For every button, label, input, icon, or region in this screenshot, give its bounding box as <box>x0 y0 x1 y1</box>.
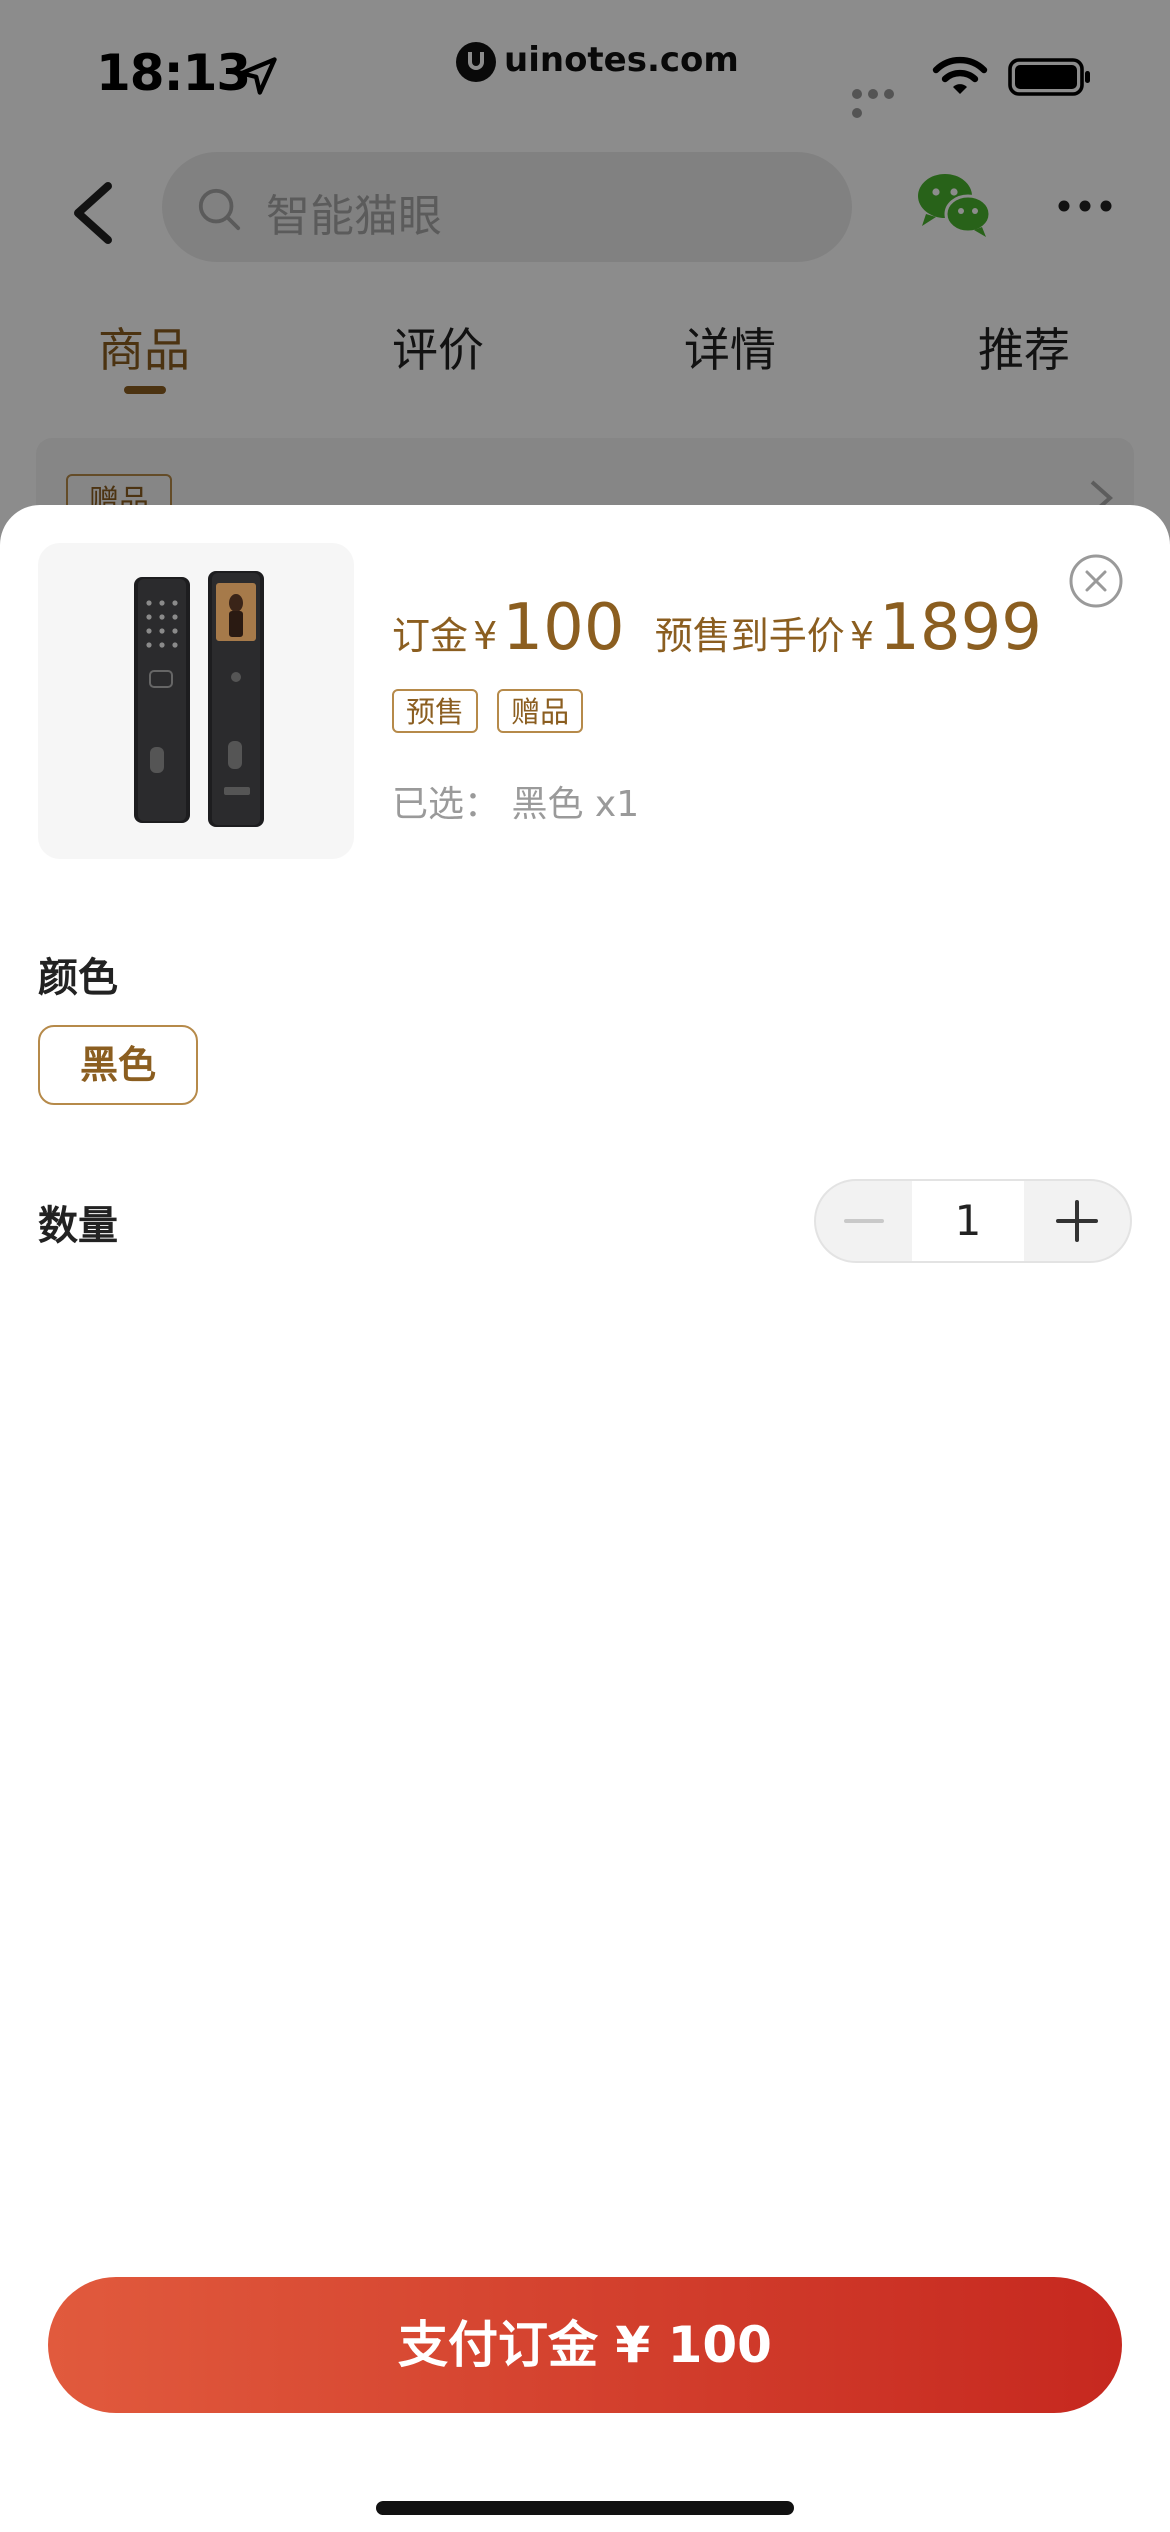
sku-bottom-sheet: 订金 ¥ 100 预售到手价 ¥ 1899 预售 赠品 已选： 黑色 x1 颜色… <box>0 505 1170 2532</box>
quantity-value[interactable]: 1 <box>912 1181 1024 1261</box>
presale-label: 预售到手价 <box>654 614 845 658</box>
product-tags: 预售 赠品 <box>392 689 597 733</box>
deposit-currency: ¥ <box>473 614 498 658</box>
quantity-section-title: 数量 <box>38 1203 118 1249</box>
quantity-stepper: 1 <box>814 1179 1132 1263</box>
pay-deposit-button[interactable]: 支付订金 ¥ 100 <box>48 2277 1122 2413</box>
color-option-black[interactable]: 黑色 <box>38 1025 198 1105</box>
close-icon[interactable] <box>1068 553 1124 609</box>
color-section-title: 颜色 <box>38 955 118 1001</box>
home-indicator <box>376 2501 794 2515</box>
gift-tag: 赠品 <box>497 689 584 733</box>
smart-lock-image <box>134 571 264 827</box>
selected-summary: 已选： 黑色 x1 <box>392 784 640 825</box>
presale-price: 1899 <box>879 591 1042 665</box>
product-image <box>38 543 354 859</box>
deposit-price: 100 <box>502 591 625 665</box>
minus-icon[interactable] <box>816 1181 912 1261</box>
plus-icon[interactable] <box>1024 1181 1130 1261</box>
presale-tag: 预售 <box>392 689 479 733</box>
presale-currency: ¥ <box>849 614 875 658</box>
price-row: 订金 ¥ 100 预售到手价 ¥ 1899 <box>392 591 1042 665</box>
deposit-label: 订金 <box>392 614 469 658</box>
